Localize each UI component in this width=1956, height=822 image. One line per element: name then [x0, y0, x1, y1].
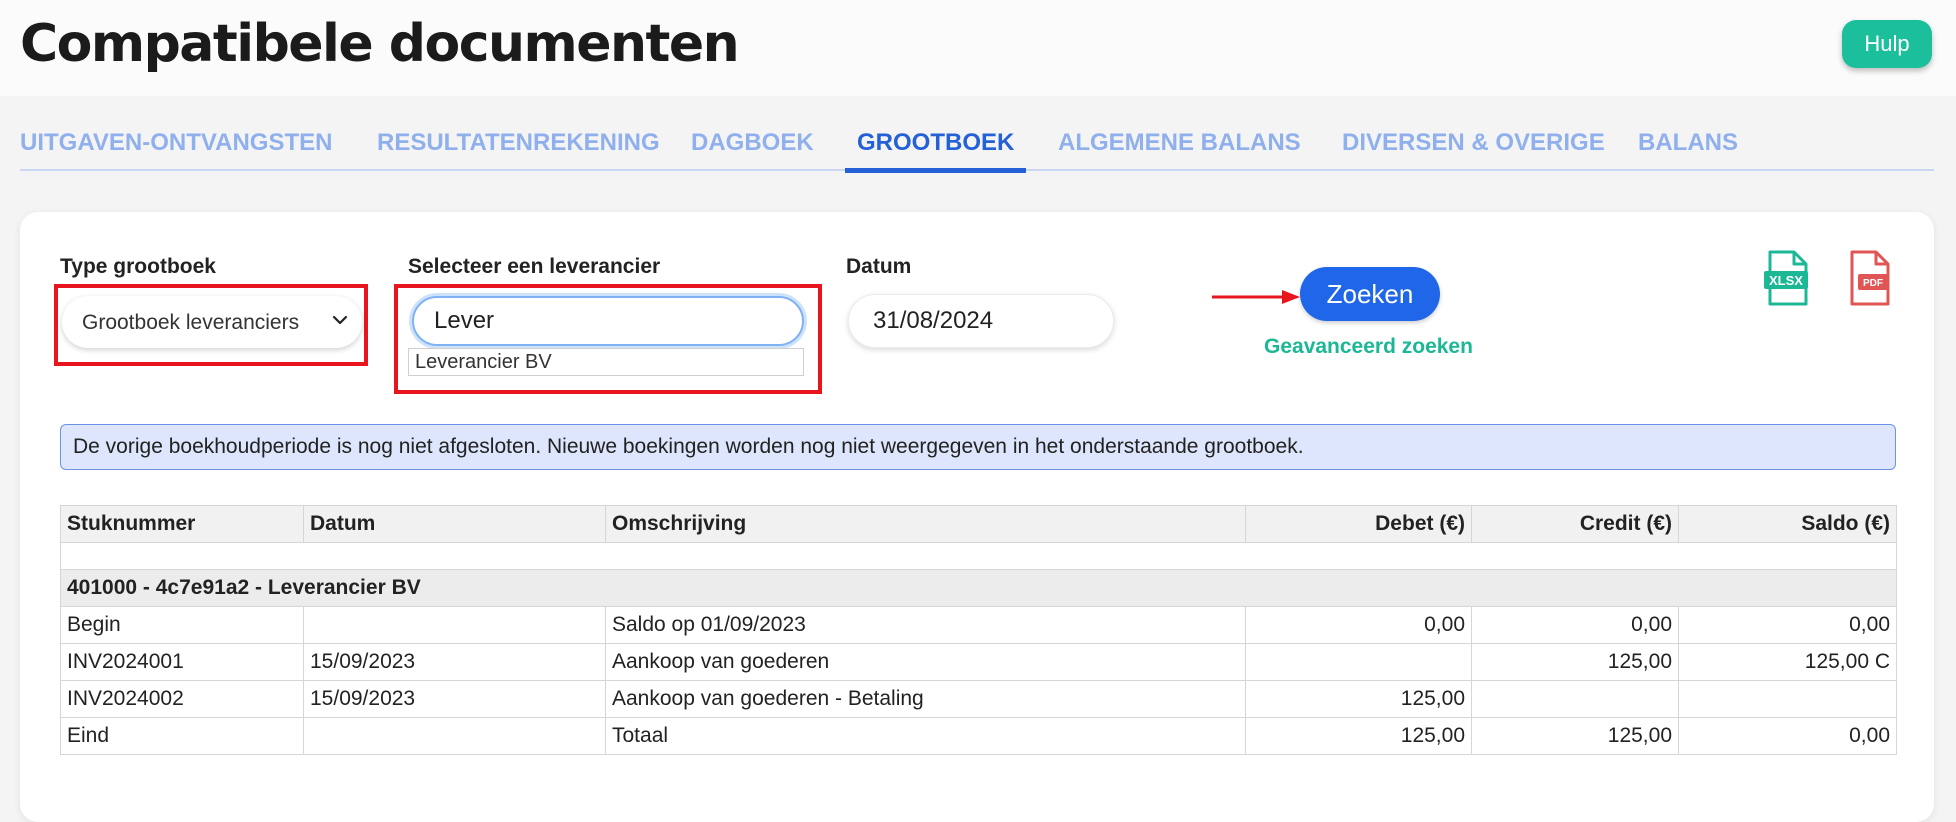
supplier-input[interactable]	[412, 296, 804, 346]
table-cell: 125,00	[1245, 717, 1472, 755]
tab-algemene-balans[interactable]: ALGEMENE BALANS	[1058, 129, 1301, 171]
table-cell: 15/09/2023	[303, 680, 606, 718]
table-cell: Totaal	[605, 717, 1246, 755]
spacer-row	[60, 542, 1897, 570]
column-header: Saldo (€)	[1678, 505, 1897, 543]
date-label: Datum	[846, 255, 912, 278]
table-cell	[303, 717, 606, 755]
table-cell: 0,00	[1245, 606, 1472, 644]
type-select[interactable]: Grootboek leveranciers	[62, 296, 362, 348]
table-cell: Begin	[60, 606, 304, 644]
table-cell: Saldo op 01/09/2023	[605, 606, 1246, 644]
table-row: Begin Saldo op 01/09/2023 0,00 0,00 0,00	[60, 606, 1897, 644]
table-header-row: Stuknummer Datum Omschrijving Debet (€) …	[60, 505, 1897, 543]
arrow-right-icon	[1212, 290, 1300, 304]
xlsx-export-icon[interactable]: XLSX	[1762, 250, 1810, 306]
search-button[interactable]: Zoeken	[1300, 267, 1440, 321]
table-cell	[1471, 680, 1679, 718]
table-cell: INV2024002	[60, 680, 304, 718]
table-cell: 125,00 C	[1678, 643, 1897, 681]
table-cell: 0,00	[1678, 717, 1897, 755]
supplier-label: Selecteer een leverancier	[408, 255, 661, 278]
column-header: Credit (€)	[1471, 505, 1679, 543]
table-row: INV2024001 15/09/2023 Aankoop van goeder…	[60, 643, 1897, 681]
pdf-label: PDF	[1863, 278, 1883, 289]
date-input[interactable]	[848, 294, 1114, 348]
column-header: Debet (€)	[1245, 505, 1472, 543]
table-cell: 0,00	[1678, 606, 1897, 644]
table-cell	[1678, 680, 1897, 718]
tab-diversen-overige[interactable]: DIVERSEN & OVERIGE	[1342, 129, 1605, 171]
table-cell: 125,00	[1245, 680, 1472, 718]
ledger-table: Stuknummer Datum Omschrijving Debet (€) …	[60, 505, 1897, 755]
table-cell	[303, 606, 606, 644]
tab-bar: UITGAVEN-ONTVANGSTEN RESULTATENREKENING …	[0, 96, 1956, 196]
supplier-suggestion[interactable]: Leverancier BV	[408, 348, 804, 376]
pdf-export-icon[interactable]: PDF	[1844, 250, 1892, 306]
group-title: 401000 - 4c7e91a2 - Leverancier BV	[60, 569, 1897, 607]
table-cell: Aankoop van goederen	[605, 643, 1246, 681]
table-cell: Aankoop van goederen - Betaling	[605, 680, 1246, 718]
tab-balans[interactable]: BALANS	[1638, 129, 1738, 171]
column-header: Datum	[303, 505, 606, 543]
table-cell: Eind	[60, 717, 304, 755]
column-header: Omschrijving	[605, 505, 1246, 543]
table-row: Eind Totaal 125,00 125,00 0,00	[60, 717, 1897, 755]
group-row: 401000 - 4c7e91a2 - Leverancier BV	[60, 569, 1897, 607]
table-cell: 125,00	[1471, 643, 1679, 681]
column-header: Stuknummer	[60, 505, 304, 543]
table-cell: 125,00	[1471, 717, 1679, 755]
tab-dagboek[interactable]: DAGBOEK	[691, 129, 814, 171]
table-row: INV2024002 15/09/2023 Aankoop van goeder…	[60, 680, 1897, 718]
table-cell: 0,00	[1471, 606, 1679, 644]
type-select-control[interactable]: Grootboek leveranciers	[62, 296, 362, 348]
type-label: Type grootboek	[60, 255, 216, 278]
tab-grootboek[interactable]: GROOTBOEK	[844, 129, 1027, 173]
page-header: Compatibele documenten Hulp	[0, 0, 1956, 96]
help-button[interactable]: Hulp	[1842, 20, 1932, 68]
info-alert: De vorige boekhoudperiode is nog niet af…	[60, 424, 1896, 470]
xlsx-label: XLSX	[1769, 273, 1803, 288]
tab-uitgaven-ontvangsten[interactable]: UITGAVEN-ONTVANGSTEN	[20, 129, 332, 171]
spacer-cell	[60, 542, 1897, 570]
advanced-search-link[interactable]: Geavanceerd zoeken	[1264, 335, 1473, 359]
tab-resultatenrekening[interactable]: RESULTATENREKENING	[377, 129, 660, 171]
table-cell: INV2024001	[60, 643, 304, 681]
page-title: Compatibele documenten	[20, 14, 740, 74]
table-cell: 15/09/2023	[303, 643, 606, 681]
table-cell	[1245, 643, 1472, 681]
